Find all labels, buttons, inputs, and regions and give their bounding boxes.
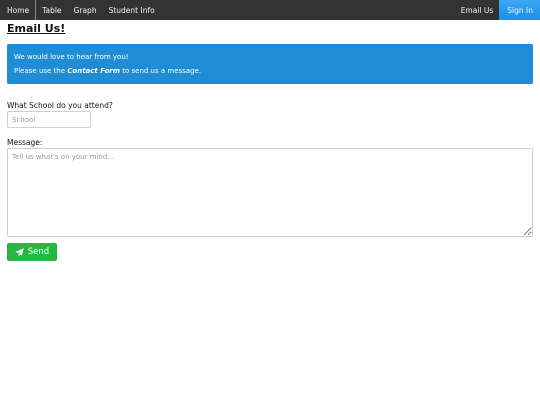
nav-student-info[interactable]: Student Info: [103, 0, 161, 20]
alert-line-2-prefix: Please use the: [14, 67, 68, 75]
page-title: Email Us!: [7, 22, 66, 35]
school-input[interactable]: [7, 111, 91, 128]
nav-graph[interactable]: Graph: [68, 0, 103, 20]
school-label: What School do you attend?: [7, 101, 113, 110]
nav-table[interactable]: Table: [36, 0, 67, 20]
alert-contact-form: Contact Form: [67, 67, 121, 75]
navbar: Home Table Graph Student Info Email Us S…: [0, 0, 540, 20]
info-alert: We would love to hear from you! Please u…: [7, 44, 533, 84]
send-button-label: Send: [27, 247, 50, 257]
nav-home[interactable]: Home: [0, 0, 37, 20]
nav-email-us[interactable]: Email Us: [455, 0, 500, 20]
nav-sign-in[interactable]: Sign In: [499, 0, 540, 20]
alert-line-2-suffix: to send us a message.: [120, 67, 202, 75]
send-button[interactable]: Send: [7, 243, 57, 261]
message-label: Message:: [7, 138, 43, 147]
alert-line-2: Please use the Contact Form to send us a…: [14, 67, 201, 75]
nav-left: Home Table Graph Student Info: [0, 0, 161, 20]
paper-plane-icon: [15, 247, 24, 257]
nav-right: Email Us Sign In: [455, 0, 540, 20]
message-input[interactable]: [7, 148, 533, 237]
alert-line-1: We would love to hear from you!: [14, 53, 129, 61]
